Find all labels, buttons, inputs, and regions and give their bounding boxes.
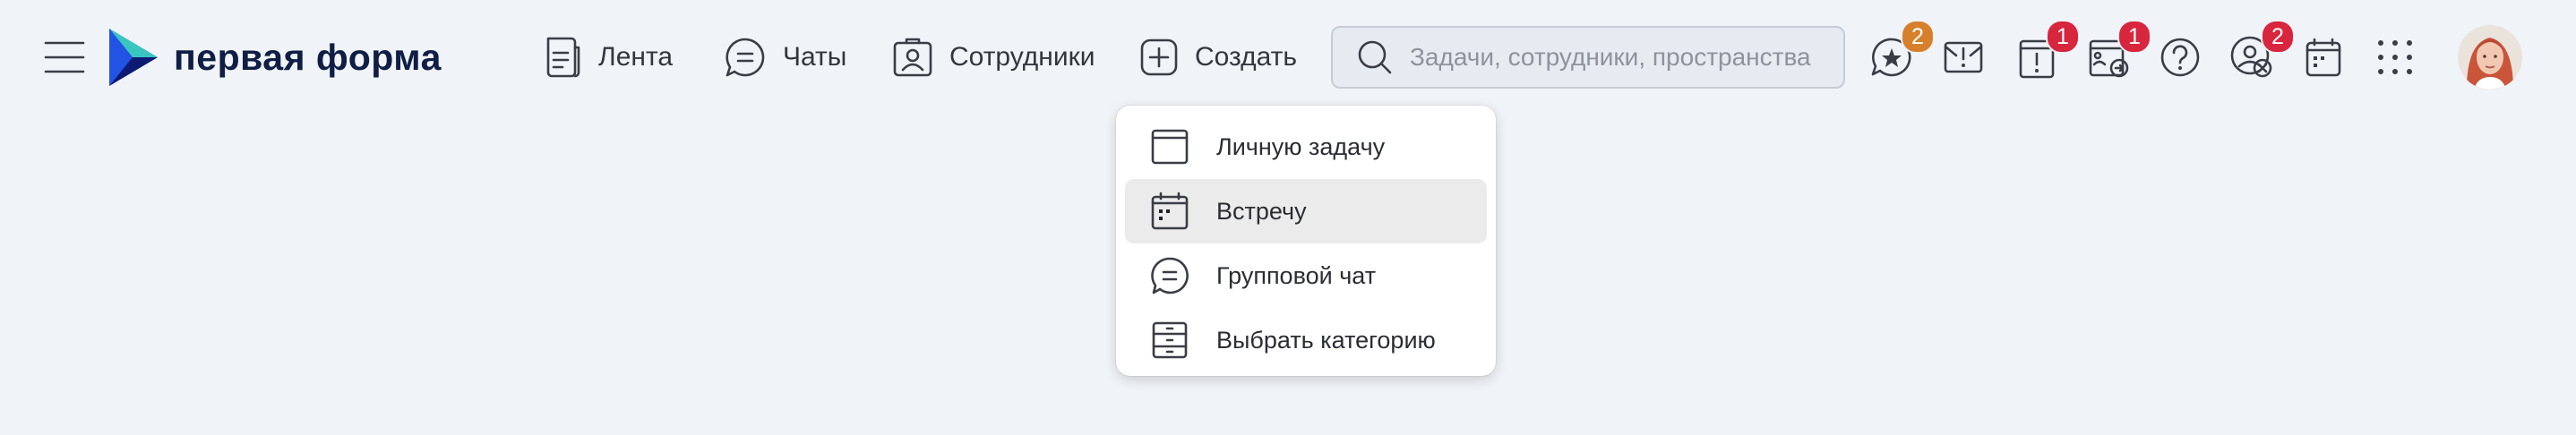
removed-users-badge: 2: [2261, 20, 2295, 54]
create-menu-item-personal-task[interactable]: Личную задачу: [1125, 115, 1487, 179]
brand-logo-icon: [109, 29, 158, 86]
nav-employees[interactable]: Сотрудники: [892, 29, 1095, 86]
employees-icon: [893, 38, 932, 77]
menu-button[interactable]: [43, 38, 88, 77]
approvals-button[interactable]: 1: [2085, 20, 2151, 81]
category-icon: [1152, 321, 1188, 359]
nav-create[interactable]: Создать: [1139, 29, 1297, 86]
create-menu-item-label: Групповой чат: [1216, 261, 1377, 289]
nav-employees-label: Сотрудники: [949, 42, 1095, 72]
brand-name: первая форма: [174, 36, 442, 78]
urgent-tasks-badge: 1: [2046, 20, 2080, 54]
avatar-photo: [2458, 25, 2522, 90]
help-icon: [2160, 38, 2200, 77]
hamburger-icon: [44, 41, 85, 73]
search-input[interactable]: [1408, 42, 1833, 72]
search-icon: [1358, 40, 1392, 74]
create-menu-item-label: Личную задачу: [1216, 132, 1386, 160]
mail-alert-icon: [1944, 41, 1983, 73]
approvals-badge: 1: [2117, 20, 2151, 54]
user-avatar[interactable]: [2458, 25, 2522, 90]
apps-grid-icon: [2378, 40, 2412, 74]
nav-chats-label: Чаты: [783, 42, 847, 72]
create-menu: Личную задачу Встречу Групповой чат Выбр…: [1116, 106, 1496, 376]
plus-icon: [1140, 38, 1178, 76]
create-menu-item-group-chat[interactable]: Групповой чат: [1125, 243, 1487, 308]
task-icon: [1151, 129, 1189, 165]
nav-feed[interactable]: Лента: [543, 29, 673, 86]
group-chat-icon: [1151, 257, 1189, 294]
search-box[interactable]: [1331, 26, 1845, 89]
create-menu-item-label: Встречу: [1216, 197, 1307, 225]
create-menu-item-label: Выбрать категорию: [1216, 326, 1436, 354]
removed-users-button[interactable]: 2: [2228, 20, 2295, 81]
brand-logo[interactable]: первая форма: [106, 27, 442, 88]
create-menu-item-meeting[interactable]: Встречу: [1125, 179, 1487, 243]
help-button[interactable]: [2157, 34, 2203, 81]
feed-icon: [546, 37, 580, 78]
create-menu-item-choose-category[interactable]: Выбрать категорию: [1125, 308, 1487, 372]
calendar-icon: [2306, 38, 2341, 77]
favorites-button[interactable]: 2: [1868, 20, 1935, 81]
apps-button[interactable]: [2372, 34, 2418, 81]
urgent-tasks-button[interactable]: 1: [2014, 20, 2080, 81]
mail-alerts-button[interactable]: [1940, 34, 1987, 81]
nav-chats[interactable]: Чаты: [724, 29, 846, 86]
nav-feed-label: Лента: [598, 42, 674, 72]
calendar-button[interactable]: [2300, 34, 2347, 81]
favorites-badge: 2: [1901, 20, 1935, 54]
meeting-calendar-icon: [1151, 192, 1189, 230]
nav-create-label: Создать: [1195, 42, 1298, 72]
chat-icon: [726, 38, 765, 77]
